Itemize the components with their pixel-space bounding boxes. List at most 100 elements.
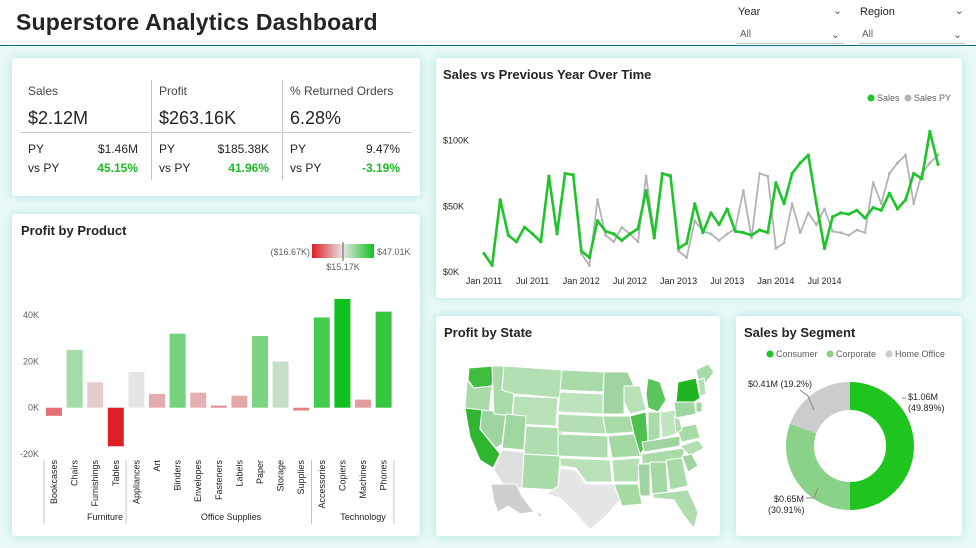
state-indiana[interactable] bbox=[647, 411, 661, 443]
data-point[interactable] bbox=[539, 240, 543, 244]
data-point[interactable] bbox=[644, 188, 648, 193]
data-point[interactable] bbox=[587, 264, 591, 267]
chevron-down-icon[interactable]: ⌄ bbox=[831, 28, 840, 41]
data-point[interactable] bbox=[717, 223, 721, 227]
data-point[interactable] bbox=[506, 233, 510, 237]
data-point[interactable] bbox=[790, 202, 794, 206]
data-point[interactable] bbox=[579, 249, 583, 253]
data-point[interactable] bbox=[855, 228, 859, 232]
data-point[interactable] bbox=[896, 161, 899, 165]
data-point[interactable] bbox=[595, 219, 600, 223]
data-point[interactable] bbox=[709, 232, 713, 236]
data-point[interactable] bbox=[847, 233, 851, 237]
data-point[interactable] bbox=[912, 171, 916, 176]
data-point[interactable] bbox=[806, 211, 810, 215]
bar-art[interactable] bbox=[149, 393, 165, 408]
data-point[interactable] bbox=[555, 232, 559, 236]
state-nebraska[interactable] bbox=[557, 413, 607, 435]
bar-binders[interactable] bbox=[169, 333, 186, 408]
data-point[interactable] bbox=[514, 240, 519, 244]
data-point[interactable] bbox=[685, 256, 689, 259]
data-point[interactable] bbox=[928, 161, 932, 165]
state-hawaii[interactable] bbox=[535, 511, 543, 519]
data-point[interactable] bbox=[920, 177, 924, 181]
data-point[interactable] bbox=[725, 207, 729, 211]
data-point[interactable] bbox=[750, 236, 753, 240]
data-point[interactable] bbox=[636, 240, 640, 244]
data-point[interactable] bbox=[693, 202, 697, 206]
state-washington[interactable] bbox=[467, 365, 495, 389]
data-point[interactable] bbox=[814, 202, 818, 206]
chevron-down-icon[interactable]: ⌄ bbox=[953, 28, 962, 41]
data-point[interactable] bbox=[749, 233, 754, 237]
data-point[interactable] bbox=[863, 231, 867, 234]
data-point[interactable] bbox=[652, 236, 656, 240]
state-florida[interactable] bbox=[651, 489, 699, 529]
state-pennsylvania[interactable] bbox=[673, 399, 697, 419]
state-new-jersey[interactable] bbox=[695, 401, 703, 413]
state-new-mexico[interactable] bbox=[521, 453, 561, 491]
bar-machines[interactable] bbox=[355, 399, 371, 408]
series-line-sales-py[interactable] bbox=[580, 154, 939, 267]
region-slicer[interactable]: Region ⌄ All ⌄ bbox=[858, 2, 968, 44]
data-point[interactable] bbox=[733, 229, 737, 233]
data-point[interactable] bbox=[847, 212, 851, 216]
data-point[interactable] bbox=[677, 249, 680, 253]
data-point[interactable] bbox=[644, 174, 648, 178]
kpi-returned-orders[interactable]: % Returned Orders 6.28% PY 9.47% vs PY -… bbox=[282, 76, 412, 188]
data-point[interactable] bbox=[798, 231, 802, 234]
data-point[interactable] bbox=[871, 181, 875, 185]
data-point[interactable] bbox=[709, 211, 713, 215]
data-point[interactable] bbox=[822, 246, 827, 250]
bar-labels[interactable] bbox=[231, 395, 248, 408]
state-west-virginia[interactable] bbox=[673, 415, 683, 435]
data-point[interactable] bbox=[604, 233, 608, 237]
data-point[interactable] bbox=[936, 162, 940, 166]
bar-phones[interactable] bbox=[375, 311, 392, 408]
state-arkansas[interactable] bbox=[611, 457, 641, 483]
data-point[interactable] bbox=[871, 206, 875, 210]
data-point[interactable] bbox=[522, 225, 527, 229]
data-point[interactable] bbox=[806, 153, 810, 157]
region-dropdown[interactable]: All ⌄ bbox=[858, 24, 966, 44]
profit-by-product-chart[interactable]: ($16.67K) $47.01K $15.17K -20K 0K 20K 40K Bo… bbox=[12, 214, 420, 536]
data-point[interactable] bbox=[912, 202, 916, 206]
data-point[interactable] bbox=[498, 198, 502, 202]
data-point[interactable] bbox=[482, 252, 486, 256]
data-point[interactable] bbox=[685, 241, 689, 245]
kpi-sales[interactable]: Sales $2.12M PY $1.46M vs PY 45.15% bbox=[20, 76, 150, 188]
data-point[interactable] bbox=[604, 229, 608, 233]
data-point[interactable] bbox=[863, 216, 867, 220]
donut-slice-consumer[interactable] bbox=[849, 382, 914, 510]
us-profit-map[interactable] bbox=[436, 316, 720, 536]
data-point[interactable] bbox=[887, 191, 891, 195]
state-south-dakota[interactable] bbox=[557, 391, 604, 415]
state-iowa[interactable] bbox=[602, 415, 635, 435]
bar-appliances[interactable] bbox=[128, 371, 145, 408]
data-point[interactable] bbox=[782, 241, 786, 245]
data-point[interactable] bbox=[693, 219, 697, 223]
state-michigan[interactable] bbox=[645, 377, 667, 413]
state-montana[interactable] bbox=[501, 365, 563, 399]
sales-by-segment-chart[interactable]: Consumer Corporate Home Office $1.06M (4… bbox=[736, 316, 962, 536]
state-new-york[interactable] bbox=[675, 377, 701, 403]
state-mississippi[interactable] bbox=[637, 463, 651, 497]
data-point[interactable] bbox=[620, 225, 624, 229]
state-alabama[interactable] bbox=[649, 461, 669, 495]
data-point[interactable] bbox=[928, 129, 932, 134]
state-utah[interactable] bbox=[501, 413, 527, 451]
data-point[interactable] bbox=[839, 211, 843, 215]
data-point[interactable] bbox=[831, 215, 835, 219]
data-point[interactable] bbox=[758, 228, 762, 232]
data-point[interactable] bbox=[636, 227, 640, 231]
data-point[interactable] bbox=[790, 171, 794, 176]
state-new-england[interactable] bbox=[697, 377, 707, 397]
data-point[interactable] bbox=[596, 198, 599, 202]
data-point[interactable] bbox=[758, 172, 762, 175]
data-point[interactable] bbox=[612, 232, 616, 236]
data-point[interactable] bbox=[766, 230, 770, 235]
bar-fasteners[interactable] bbox=[210, 405, 227, 408]
data-point[interactable] bbox=[904, 153, 907, 157]
bar-storage[interactable] bbox=[272, 361, 289, 408]
data-point[interactable] bbox=[879, 202, 883, 206]
